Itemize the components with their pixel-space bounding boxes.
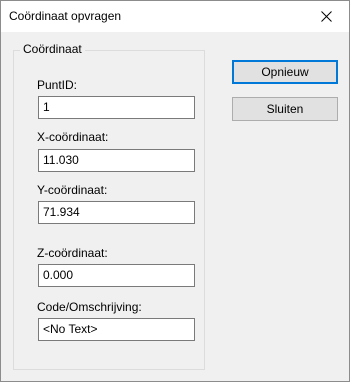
opnieuw-button[interactable]: Opnieuw xyxy=(232,60,338,84)
z-coordinate-field[interactable]: 0.000 xyxy=(38,264,195,287)
y-coordinate-label: Y-coördinaat: xyxy=(37,183,108,197)
sluiten-button[interactable]: Sluiten xyxy=(232,97,338,121)
close-icon xyxy=(320,11,332,22)
punt-id-label: PuntID: xyxy=(37,78,78,92)
close-button[interactable] xyxy=(303,1,349,32)
x-coordinate-field[interactable]: 11.030 xyxy=(38,149,195,172)
code-description-label: Code/Omschrijving: xyxy=(37,300,142,314)
window-title: Coördinaat opvragen xyxy=(9,9,122,23)
y-coordinate-field[interactable]: 71.934 xyxy=(38,201,195,224)
title-bar[interactable]: Coördinaat opvragen xyxy=(1,1,349,32)
z-coordinate-label: Z-coördinaat: xyxy=(37,246,108,260)
code-description-field[interactable]: <No Text> xyxy=(38,318,195,341)
groupbox-label: Coördinaat xyxy=(20,42,85,56)
punt-id-field[interactable]: 1 xyxy=(38,96,195,119)
x-coordinate-label: X-coördinaat: xyxy=(37,130,109,144)
